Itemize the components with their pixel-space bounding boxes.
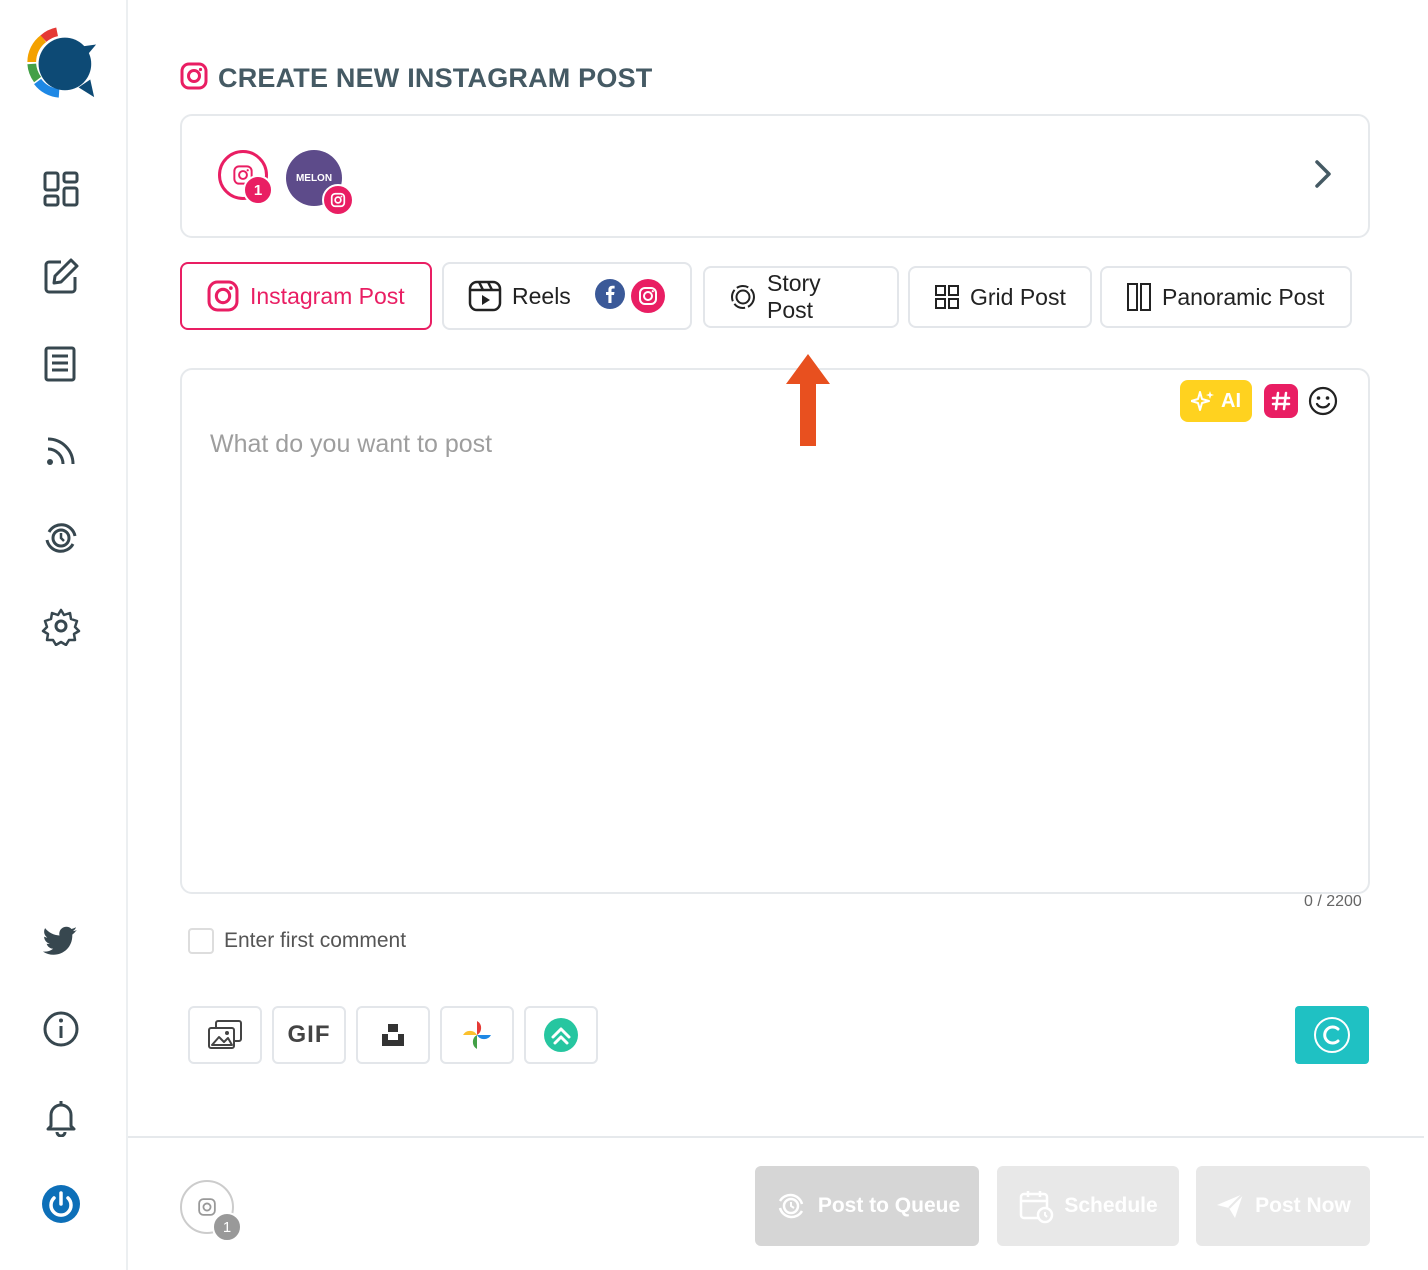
unsplash-button[interactable] [356,1006,430,1064]
instagram-account-avatar[interactable]: 1 [218,150,273,205]
story-icon [730,285,755,309]
ai-assist-button[interactable]: AI [1180,380,1252,422]
canva-button[interactable] [1295,1006,1369,1064]
tab-label: Reels [512,282,571,309]
instagram-badge-icon [322,184,354,216]
dashboard-icon[interactable] [38,166,84,212]
avatar-text: MELON [295,172,333,184]
tab-label: Instagram Post [250,282,405,309]
tab-reels[interactable]: Reels [442,262,692,330]
compose-icon[interactable] [38,253,84,299]
tab-label: Grid Post [970,283,1066,310]
queue-recycle-icon [778,1193,804,1219]
unsplash-icon [382,1024,404,1046]
instagram-icon [198,1198,216,1216]
images-icon [208,1020,242,1049]
button-label: Schedule [1064,1194,1158,1217]
settings-gear-icon[interactable] [38,603,84,649]
tab-grid-post[interactable]: Grid Post [908,266,1092,328]
tab-label: Panoramic Post [1162,283,1325,310]
page-header: CREATE NEW INSTAGRAM POST [180,62,653,95]
notifications-bell-icon[interactable] [38,1094,84,1140]
grid-icon [935,285,959,309]
page-title: CREATE NEW INSTAGRAM POST [218,63,653,93]
instagram-icon [630,279,665,313]
account-count-badge: 1 [212,1212,242,1242]
post-text-input[interactable]: What do you want to post [210,430,492,459]
schedule-button[interactable]: Schedule [997,1166,1179,1246]
account-count-badge: 1 [243,175,273,205]
gif-button[interactable]: GIF [272,1006,346,1064]
tab-panoramic-post[interactable]: Panoramic Post [1100,266,1352,328]
selected-account-avatar[interactable]: 1 [180,1180,242,1242]
account-selector[interactable]: 1 MELON [180,114,1370,238]
twitter-icon[interactable] [38,918,84,964]
upload-image-button[interactable] [188,1006,262,1064]
gif-label: GIF [287,1021,331,1048]
first-comment-row[interactable]: Enter first comment [188,928,406,954]
queue-recycle-icon[interactable] [38,515,84,561]
power-logout-icon[interactable] [38,1181,84,1227]
canva-icon [1314,1017,1350,1053]
info-icon[interactable] [38,1006,84,1052]
hashtag-icon[interactable] [1264,384,1298,418]
chevron-right-icon[interactable] [1308,154,1338,194]
post-to-queue-button[interactable]: Post to Queue [755,1166,979,1246]
instagram-icon [180,62,208,95]
character-counter: 0 / 2200 [1304,893,1362,910]
emoji-icon[interactable] [1306,384,1340,418]
reels-icon [468,280,502,312]
post-composer[interactable]: What do you want to post AI [180,368,1370,894]
panoramic-icon [1127,283,1151,311]
main-content: CREATE NEW INSTAGRAM POST 1 MELON Instag… [128,0,1428,1270]
instagram-icon [207,280,239,312]
facebook-icon [594,279,625,309]
google-photos-button[interactable] [440,1006,514,1064]
tab-label: Story Post [766,270,821,323]
first-comment-label: Enter first comment [224,929,407,952]
send-icon [1217,1193,1244,1218]
ai-label: AI [1221,389,1241,412]
footer-divider [128,1136,1424,1138]
chevron-up-circle-icon [544,1018,578,1052]
button-label: Post to Queue [817,1194,961,1217]
tab-story-post[interactable]: Story Post [703,266,899,328]
melon-account-avatar[interactable]: MELON [286,150,354,216]
first-comment-checkbox[interactable] [188,928,214,954]
post-now-button[interactable]: Post Now [1196,1166,1370,1246]
annotation-arrow-icon [778,350,838,450]
rss-feed-icon[interactable] [38,428,84,474]
calendar-clock-icon [1020,1191,1054,1224]
button-label: Post Now [1255,1194,1351,1217]
google-photos-icon [463,1021,491,1049]
posts-list-icon[interactable] [38,340,84,386]
upload-service-button[interactable] [524,1006,598,1064]
tab-instagram-post[interactable]: Instagram Post [180,262,432,330]
app-logo[interactable] [22,22,100,102]
sparkle-icon [1191,391,1214,411]
sidebar [0,0,128,1270]
